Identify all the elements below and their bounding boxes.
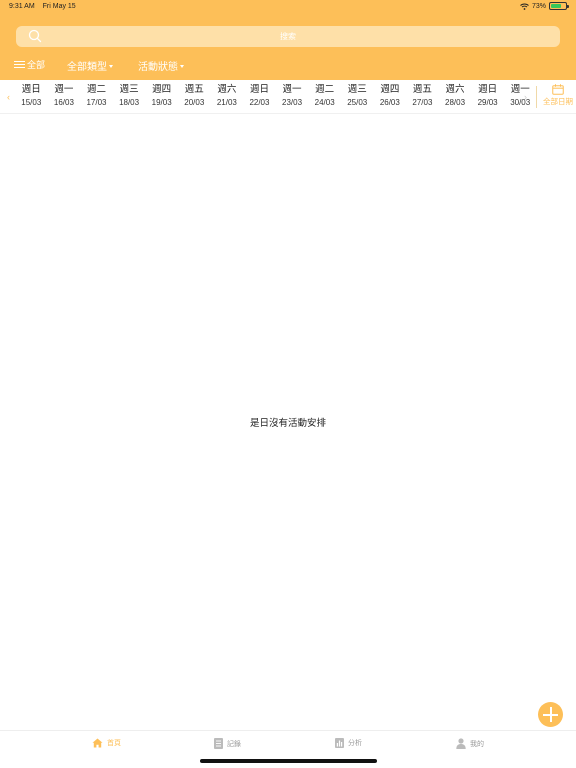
filter-bar: 全部 全部類型 活動狀態: [0, 56, 576, 73]
status-right: 73%: [520, 2, 569, 10]
date-number-label: 29/03: [477, 98, 498, 107]
date-day-label: 週日: [249, 84, 269, 95]
date-day-label: 週二: [315, 84, 335, 95]
date-number-label: 25/03: [347, 98, 368, 107]
tab-home[interactable]: 首頁: [92, 738, 121, 748]
date-item[interactable]: 週四 26/03: [374, 80, 407, 109]
all-dates-button[interactable]: 全部日期: [540, 84, 576, 107]
filter-type-dropdown[interactable]: 全部類型: [67, 58, 113, 73]
date-day-label: 週日: [21, 84, 41, 95]
header: 搜索 全部 全部類型 活動狀態: [0, 14, 576, 80]
date-day-label: 週二: [86, 84, 106, 95]
date-number-label: 19/03: [151, 98, 172, 107]
empty-state-message: 是日沒有活動安排: [249, 418, 326, 429]
date-number-label: 15/03: [21, 98, 42, 107]
date-day-label: 週三: [347, 84, 367, 95]
status-left: 9:31 AM Fri May 15: [9, 3, 82, 10]
date-day-label: 週六: [445, 84, 465, 95]
filter-status-dropdown[interactable]: 活動狀態: [138, 58, 184, 73]
search-placeholder: 搜索: [280, 32, 296, 41]
date-day-label: 週一: [282, 84, 302, 95]
battery-fill: [551, 4, 562, 8]
chevron-left-icon[interactable]: ‹: [7, 92, 10, 102]
date-item[interactable]: 週五 27/03: [406, 80, 439, 109]
battery-percent: 73%: [531, 2, 546, 10]
document-icon: [214, 738, 223, 749]
status-date: Fri May 15: [42, 3, 76, 10]
date-number-label: 22/03: [249, 98, 270, 107]
tab-mine[interactable]: 我的: [456, 738, 484, 749]
tab-analysis[interactable]: 分析: [335, 738, 362, 748]
date-item[interactable]: 週四 19/03: [145, 80, 178, 109]
date-item[interactable]: 週六 21/03: [211, 80, 244, 109]
battery-tip: [567, 5, 569, 8]
date-number-label: 27/03: [412, 98, 433, 107]
date-list[interactable]: 週日 15/03 週一 16/03 週二 17/03 週三 18/03 週四 19/03 週五 20/…: [15, 80, 530, 114]
date-item[interactable]: 週六 28/03: [439, 80, 472, 109]
date-number-label: 24/03: [314, 98, 335, 107]
date-item[interactable]: 週一 16/03: [48, 80, 81, 109]
filter-all-label: 全部: [27, 60, 46, 70]
calendar-icon: [552, 84, 564, 95]
tab-record[interactable]: 記錄: [214, 738, 241, 749]
home-indicator: [200, 759, 377, 763]
date-day-label: 週一: [54, 84, 74, 95]
date-item[interactable]: 週二 24/03: [308, 80, 341, 109]
date-item[interactable]: 週一 23/03: [276, 80, 309, 109]
date-day-label: 週六: [217, 84, 237, 95]
date-item[interactable]: 週五 20/03: [178, 80, 211, 109]
date-item[interactable]: 週日 29/03: [471, 80, 504, 109]
date-day-label: 週五: [412, 84, 432, 95]
date-day-label: 週日: [478, 84, 498, 95]
date-number-label: 28/03: [445, 98, 466, 107]
list-icon: [14, 60, 25, 69]
home-icon: [92, 738, 103, 748]
date-day-label: 週五: [184, 84, 204, 95]
date-day-label: 週四: [152, 84, 172, 95]
date-item[interactable]: 週三 25/03: [341, 80, 374, 109]
date-item[interactable]: 週日 15/03: [15, 80, 48, 109]
add-activity-button[interactable]: [538, 702, 563, 727]
date-number-label: 23/03: [282, 98, 303, 107]
date-number-label: 17/03: [86, 98, 107, 107]
date-item[interactable]: 週二 17/03: [80, 80, 113, 109]
date-number-label: 18/03: [119, 98, 140, 107]
date-day-label: 週三: [119, 84, 139, 95]
status-time: 9:31 AM: [9, 3, 35, 10]
date-number-label: 16/03: [53, 98, 74, 107]
tab-analysis-label: 分析: [348, 740, 362, 747]
date-number-label: 21/03: [216, 98, 237, 107]
date-item[interactable]: 週三 18/03: [113, 80, 146, 109]
battery-icon: [549, 2, 569, 10]
date-number-label: 26/03: [379, 98, 400, 107]
filter-all-button[interactable]: 全部: [14, 58, 45, 71]
caret-down-icon: [180, 64, 184, 68]
filter-status-label: 活動狀態: [138, 62, 178, 73]
chevron-right-icon[interactable]: ›: [524, 92, 527, 102]
tab-home-label: 首頁: [107, 740, 121, 747]
filter-type-label: 全部類型: [67, 62, 107, 73]
wifi-icon: [520, 3, 529, 10]
date-item[interactable]: 週日 22/03: [243, 80, 276, 109]
date-number-label: 20/03: [184, 98, 205, 107]
chart-icon: [335, 738, 344, 748]
caret-down-icon: [109, 64, 113, 68]
status-bar: 9:31 AM Fri May 15 73%: [0, 0, 576, 14]
search-bar[interactable]: 搜索: [16, 26, 560, 47]
all-dates-label: 全部日期: [543, 97, 573, 106]
tab-mine-label: 我的: [470, 740, 484, 748]
divider: [536, 86, 537, 108]
tab-record-label: 記錄: [227, 740, 241, 748]
date-day-label: 週四: [380, 84, 400, 95]
person-icon: [456, 738, 466, 749]
date-strip: ‹ 週日 15/03 週一 16/03 週二 17/03 週三 18/03 週四 19/03 週五 2…: [0, 80, 576, 114]
